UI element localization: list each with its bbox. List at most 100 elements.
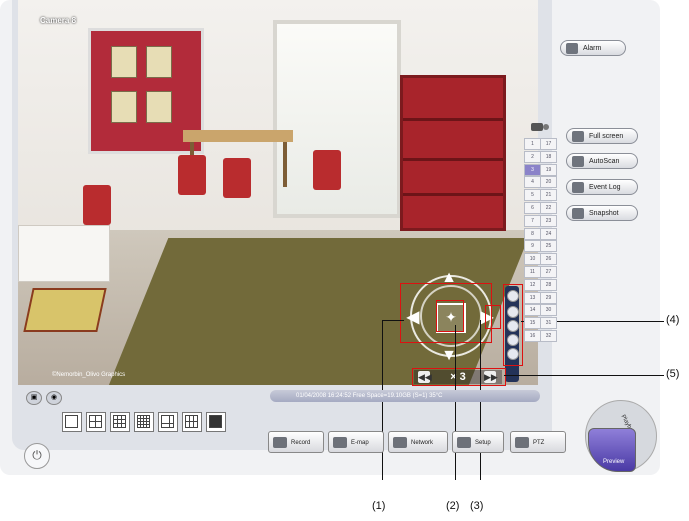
shelf-board — [403, 118, 503, 121]
layout-36-button[interactable] — [206, 412, 226, 432]
channel-button-2[interactable]: 2 — [524, 150, 541, 163]
tools-icon — [457, 437, 471, 448]
channel-button-8[interactable]: 8 — [524, 227, 541, 240]
dvr-application-window: Camera 8 ©Nemorbin_Olivo Graphics ▲ ▼ ◀ … — [0, 0, 664, 480]
board-picture — [111, 46, 137, 78]
callout-box-4 — [503, 284, 523, 366]
layout-16-button[interactable] — [134, 412, 154, 432]
channel-button-11[interactable]: 11 — [524, 266, 541, 278]
setup-button[interactable]: Setup — [452, 431, 504, 453]
channel-button-21[interactable]: 21 — [540, 189, 557, 202]
ptz-button[interactable]: PTZ — [510, 431, 566, 453]
ptz-icon — [515, 437, 529, 448]
event-log-icon — [572, 182, 584, 193]
alarm-label: Alarm — [583, 45, 602, 52]
layout-1-button[interactable] — [62, 412, 82, 432]
channel-button-12[interactable]: 12 — [524, 278, 541, 291]
red-shelf — [400, 75, 506, 231]
channel-button-20[interactable]: 20 — [540, 176, 557, 189]
snapshot-button[interactable]: Snapshot — [566, 205, 638, 221]
channel-button-10[interactable]: 10 — [524, 253, 541, 266]
preview-mode-button[interactable]: Preview — [588, 428, 636, 472]
audio-icon[interactable]: ◉ — [46, 391, 62, 405]
board-picture — [111, 91, 137, 123]
callout-label-4: (4) — [666, 314, 680, 326]
snapshot-label: Snapshot — [589, 210, 619, 217]
red-chair — [223, 158, 251, 198]
channel-button-15[interactable]: 15 — [524, 317, 541, 330]
layout-16-icon — [137, 415, 150, 428]
channel-button-7[interactable]: 7 — [524, 214, 541, 227]
channel-button-24[interactable]: 24 — [540, 227, 557, 240]
layout-4-button[interactable] — [86, 412, 106, 432]
channel-button-16[interactable]: 16 — [524, 330, 541, 342]
channel-button-29[interactable]: 29 — [540, 291, 557, 304]
layout-6-icon — [161, 415, 174, 428]
record-button[interactable]: Record — [268, 431, 324, 453]
layout-10-icon — [185, 415, 198, 428]
board-picture — [146, 46, 172, 78]
layout-6-button[interactable] — [158, 412, 178, 432]
shelf-board — [403, 193, 503, 196]
channel-button-25[interactable]: 25 — [540, 240, 557, 253]
layout-10-button[interactable] — [182, 412, 202, 432]
screen-icon[interactable]: ▣ — [26, 391, 42, 405]
channel-button-23[interactable]: 23 — [540, 214, 557, 227]
channel-button-18[interactable]: 18 — [540, 150, 557, 163]
status-bar: 01/04/2008 16:24:52 Free Space=19.10GB (… — [270, 390, 540, 402]
shelf-board — [403, 158, 503, 161]
channel-button-31[interactable]: 31 — [540, 317, 557, 330]
layout-9-button[interactable] — [110, 412, 130, 432]
autoscan-label: AutoScan — [589, 158, 620, 165]
record-icon — [273, 437, 287, 448]
channel-button-14[interactable]: 14 — [524, 304, 541, 317]
callout-line-2 — [455, 325, 456, 480]
callout-label-3: (3) — [470, 500, 484, 512]
channel-button-6[interactable]: 6 — [524, 202, 541, 214]
wooden-table — [183, 130, 293, 142]
event-log-button[interactable]: Event Log — [566, 179, 638, 195]
network-label: Network — [411, 440, 434, 446]
callout-line-1h — [382, 320, 404, 321]
channel-button-28[interactable]: 28 — [540, 278, 557, 291]
emap-icon — [333, 437, 347, 448]
channel-button-26[interactable]: 26 — [540, 253, 557, 266]
autoscan-button[interactable]: AutoScan — [566, 153, 638, 169]
channel-button-32[interactable]: 32 — [540, 330, 557, 342]
channel-button-19[interactable]: 19 — [540, 163, 557, 176]
board-picture — [146, 91, 172, 123]
network-button[interactable]: Network — [388, 431, 448, 453]
layout-36-icon — [209, 415, 222, 428]
event-log-label: Event Log — [589, 184, 621, 191]
full-screen-label: Full screen — [589, 133, 624, 140]
channel-button-3[interactable]: 3 — [524, 163, 541, 176]
channel-button-22[interactable]: 22 — [540, 202, 557, 214]
ptz-label: PTZ — [533, 440, 545, 446]
alarm-button[interactable]: Alarm — [560, 40, 626, 56]
autoscan-icon — [572, 156, 584, 167]
channel-button-5[interactable]: 5 — [524, 189, 541, 202]
callout-box-3 — [485, 305, 501, 329]
channel-button-13[interactable]: 13 — [524, 291, 541, 304]
callout-label-2: (2) — [446, 500, 460, 512]
video-watermark: ©Nemorbin_Olivo Graphics — [52, 372, 126, 378]
alarm-icon — [566, 43, 578, 54]
layout-1-icon — [65, 415, 78, 428]
channel-button-27[interactable]: 27 — [540, 266, 557, 278]
channel-button-9[interactable]: 9 — [524, 240, 541, 253]
red-chair — [83, 185, 111, 225]
channel-button-30[interactable]: 30 — [540, 304, 557, 317]
power-icon[interactable]: ⏻ — [24, 443, 50, 469]
record-label: Record — [291, 440, 311, 446]
full-screen-button[interactable]: Full screen — [566, 128, 638, 144]
channel-button-4[interactable]: 4 — [524, 176, 541, 189]
channel-button-17[interactable]: 17 — [540, 138, 557, 150]
camera-label: Camera 8 — [40, 16, 77, 25]
callout-label-5: (5) — [666, 368, 680, 380]
preview-label: Preview — [603, 459, 625, 465]
emap-label: E-map — [351, 440, 369, 446]
channel-button-1[interactable]: 1 — [524, 138, 541, 150]
emap-button[interactable]: E-map — [328, 431, 384, 453]
play-mat — [23, 288, 107, 332]
network-icon — [393, 437, 407, 448]
